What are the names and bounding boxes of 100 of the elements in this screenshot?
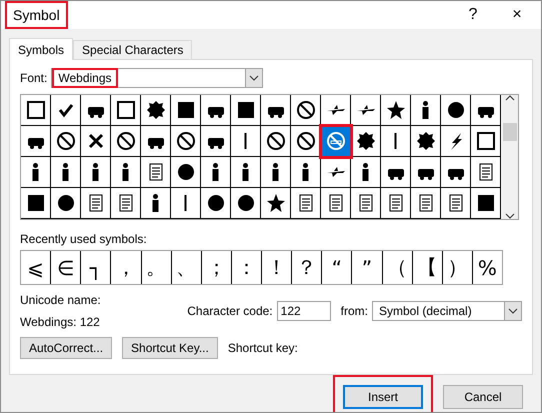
- symbol-cell[interactable]: [81, 188, 111, 219]
- symbol-cell[interactable]: [81, 95, 111, 126]
- symbol-cell[interactable]: [261, 157, 291, 188]
- symbol-cell[interactable]: [351, 126, 381, 157]
- symbol-cell[interactable]: [321, 126, 351, 157]
- symbol-cell[interactable]: [51, 157, 81, 188]
- symbol-cell[interactable]: [141, 95, 171, 126]
- symbol-cell[interactable]: [381, 188, 411, 219]
- close-button[interactable]: ×: [499, 1, 535, 29]
- from-label: from:: [340, 304, 368, 318]
- symbol-cell[interactable]: [231, 126, 261, 157]
- symbol-cell[interactable]: [21, 126, 51, 157]
- symbol-cell[interactable]: [381, 95, 411, 126]
- recent-symbols-label: Recently used symbols:: [20, 232, 147, 246]
- star-icon: [386, 100, 406, 120]
- person-icon: [62, 162, 69, 182]
- symbol-cell[interactable]: [471, 157, 501, 188]
- symbol-cell[interactable]: [111, 126, 141, 157]
- symbol-cell[interactable]: [171, 95, 201, 126]
- prohibition-icon: [296, 100, 316, 120]
- symbol-cell[interactable]: [201, 126, 231, 157]
- scroll-down-icon: [505, 213, 515, 219]
- symbol-cell[interactable]: [351, 95, 381, 126]
- symbol-cell[interactable]: [411, 157, 441, 188]
- symbol-cell[interactable]: [171, 188, 201, 219]
- symbol-cell[interactable]: [81, 157, 111, 188]
- person-icon: [152, 193, 159, 213]
- symbol-cell[interactable]: [471, 188, 501, 219]
- prohibition-icon: [176, 131, 196, 151]
- symbol-cell[interactable]: [21, 95, 51, 126]
- symbol-cell[interactable]: [351, 188, 381, 219]
- symbol-cell[interactable]: [261, 188, 291, 219]
- symbol-cell[interactable]: [111, 95, 141, 126]
- symbol-cell[interactable]: [171, 126, 201, 157]
- help-button[interactable]: ?: [455, 1, 491, 29]
- symbol-cell[interactable]: [201, 188, 231, 219]
- unicode-name-label: Unicode name:: [20, 293, 102, 307]
- symbol-cell[interactable]: [171, 157, 201, 188]
- symbol-cell[interactable]: [111, 157, 141, 188]
- square-icon: [26, 193, 46, 213]
- symbol-cell[interactable]: [411, 126, 441, 157]
- symbol-cell[interactable]: [21, 188, 51, 219]
- star-icon: [266, 193, 286, 213]
- symbol-cell[interactable]: [201, 157, 231, 188]
- dialog-button[interactable]: Shortcut Key...: [122, 337, 218, 359]
- symbol-cell[interactable]: [291, 188, 321, 219]
- unicode-name-value: Webdings: 122: [20, 315, 101, 329]
- scrollbar[interactable]: [502, 95, 518, 219]
- symbol-cell[interactable]: [471, 95, 501, 126]
- symbol-cell[interactable]: [261, 126, 291, 157]
- square-outline-icon: [116, 100, 136, 120]
- insert-button[interactable]: Insert: [343, 385, 423, 409]
- symbol-cell[interactable]: [111, 188, 141, 219]
- circle-icon: [206, 193, 226, 213]
- circle-icon: [236, 193, 256, 213]
- symbol-cell[interactable]: [231, 95, 261, 126]
- symbol-cell[interactable]: [231, 188, 261, 219]
- tab[interactable]: Symbols: [9, 38, 74, 60]
- symbol-cell[interactable]: [351, 157, 381, 188]
- symbol-cell[interactable]: [441, 157, 471, 188]
- character-code-field[interactable]: 122: [276, 301, 331, 321]
- symbol-cell[interactable]: [51, 95, 81, 126]
- symbol-cell[interactable]: [411, 95, 441, 126]
- font-dropdown[interactable]: Webdings: [51, 68, 264, 88]
- cancel-button[interactable]: Cancel: [443, 385, 523, 409]
- symbol-cell[interactable]: [141, 157, 171, 188]
- symbol-cell[interactable]: [21, 157, 51, 188]
- symbol-cell[interactable]: [381, 157, 411, 188]
- recent-symbol[interactable]: %: [472, 251, 502, 284]
- symbol-cell[interactable]: [51, 188, 81, 219]
- symbol-cell[interactable]: [321, 157, 351, 188]
- symbol-cell[interactable]: [381, 126, 411, 157]
- from-dropdown[interactable]: Symbol (decimal): [372, 301, 522, 321]
- symbol-cell[interactable]: [261, 95, 291, 126]
- prohibition-icon: [266, 131, 286, 151]
- symbol-cell[interactable]: [441, 126, 471, 157]
- character-code-label: Character code:: [187, 304, 273, 318]
- circle-icon: [176, 162, 196, 182]
- symbol-cell[interactable]: [81, 126, 111, 157]
- symbol-cell[interactable]: [231, 157, 261, 188]
- symbol-cell[interactable]: [441, 95, 471, 126]
- symbol-cell[interactable]: [321, 188, 351, 219]
- symbol-cell[interactable]: [141, 126, 171, 157]
- vertical-line-icon: [394, 131, 397, 151]
- symbol-cell[interactable]: [291, 95, 321, 126]
- symbol-cell[interactable]: [471, 126, 501, 157]
- prohibition-icon: [56, 131, 76, 151]
- square-outline-icon: [476, 131, 496, 151]
- square-icon: [176, 100, 196, 120]
- tab[interactable]: Special Characters: [73, 40, 192, 59]
- symbol-cell[interactable]: [411, 188, 441, 219]
- symbol-cell[interactable]: [291, 157, 321, 188]
- symbol-cell[interactable]: [51, 126, 81, 157]
- symbol-cell[interactable]: [201, 95, 231, 126]
- dialog-button[interactable]: AutoCorrect...: [20, 337, 112, 359]
- symbol-cell[interactable]: [441, 188, 471, 219]
- person-icon: [122, 162, 129, 182]
- scrollbar-thumb[interactable]: [503, 123, 517, 141]
- symbol-cell[interactable]: [141, 188, 171, 219]
- person-icon: [422, 100, 429, 120]
